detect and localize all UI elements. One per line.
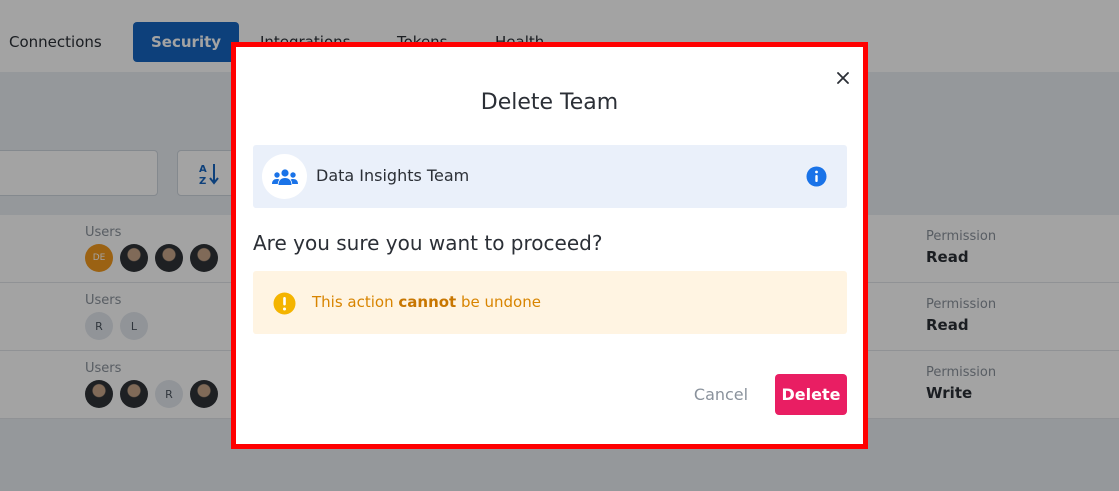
warning-text-suffix: be undone: [456, 293, 541, 311]
close-button[interactable]: [832, 67, 854, 89]
cancel-button[interactable]: Cancel: [681, 376, 761, 414]
close-icon: [837, 72, 849, 84]
dialog-title: Delete Team: [480, 90, 619, 115]
team-avatar: [262, 154, 307, 199]
delete-button[interactable]: Delete: [775, 374, 847, 415]
info-icon[interactable]: [806, 166, 827, 187]
team-card: Data Insights Team: [253, 145, 847, 208]
warning-icon: [273, 292, 296, 315]
warning-text-prefix: This action: [312, 293, 399, 311]
warning-text: This action cannot be undone: [312, 293, 541, 311]
confirmation-question: Are you sure you want to proceed?: [253, 231, 603, 255]
warning-banner: This action cannot be undone: [253, 271, 847, 334]
delete-team-dialog: Delete Team Data Insights Team Are you s…: [231, 42, 868, 449]
team-group-icon: [271, 168, 298, 185]
team-name: Data Insights Team: [316, 166, 470, 185]
warning-text-emphasis: cannot: [398, 293, 457, 311]
